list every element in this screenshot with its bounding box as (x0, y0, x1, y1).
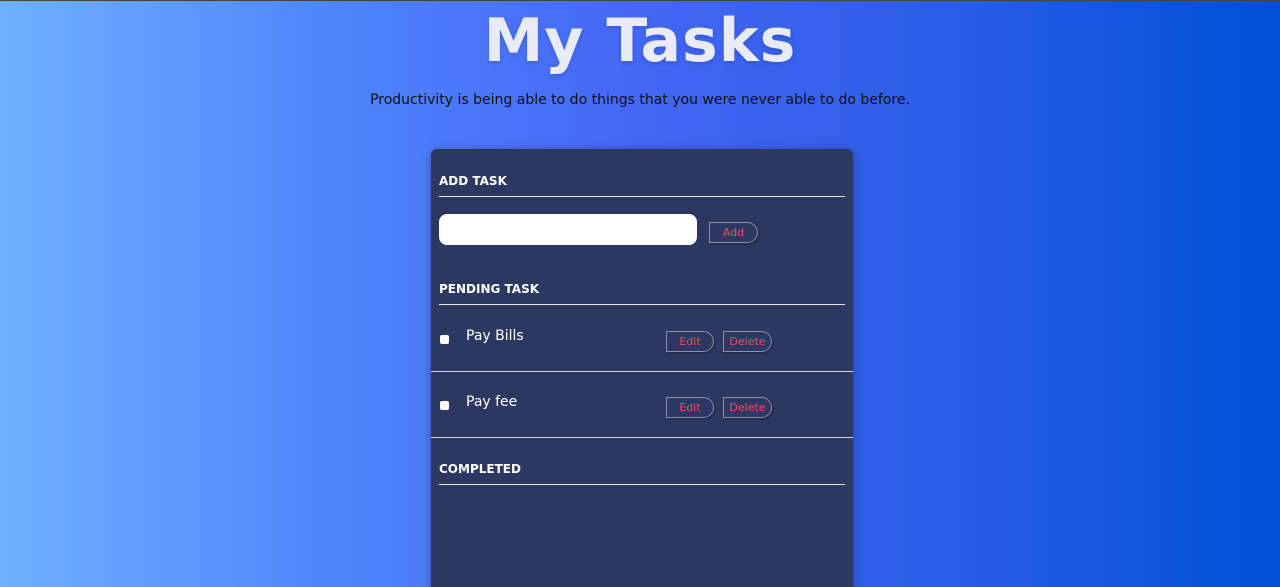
task-label: Pay fee (466, 394, 518, 410)
quote-text: Productivity is being able to do things … (370, 92, 910, 108)
edit-button[interactable]: Edit (666, 331, 714, 352)
task-label: Pay Bills (466, 328, 524, 344)
task-row: Pay Bills Edit Delete (431, 306, 853, 372)
delete-button[interactable]: Delete (723, 397, 772, 418)
task-checkbox[interactable] (440, 401, 449, 410)
page-title: My Tasks (483, 6, 797, 76)
new-task-input[interactable] (439, 214, 697, 245)
add-task-heading: ADD TASK (439, 174, 845, 197)
add-button[interactable]: Add (709, 222, 758, 243)
task-checkbox[interactable] (440, 335, 449, 344)
todo-card: ADD TASK Add PENDING TASK Pay Bills Edit… (431, 149, 853, 587)
pending-task-heading: PENDING TASK (439, 282, 845, 305)
edit-button[interactable]: Edit (666, 397, 714, 418)
completed-heading: COMPLETED (439, 462, 845, 485)
task-row: Pay fee Edit Delete (431, 372, 853, 438)
completed-task-list (431, 489, 853, 587)
delete-button[interactable]: Delete (723, 331, 772, 352)
